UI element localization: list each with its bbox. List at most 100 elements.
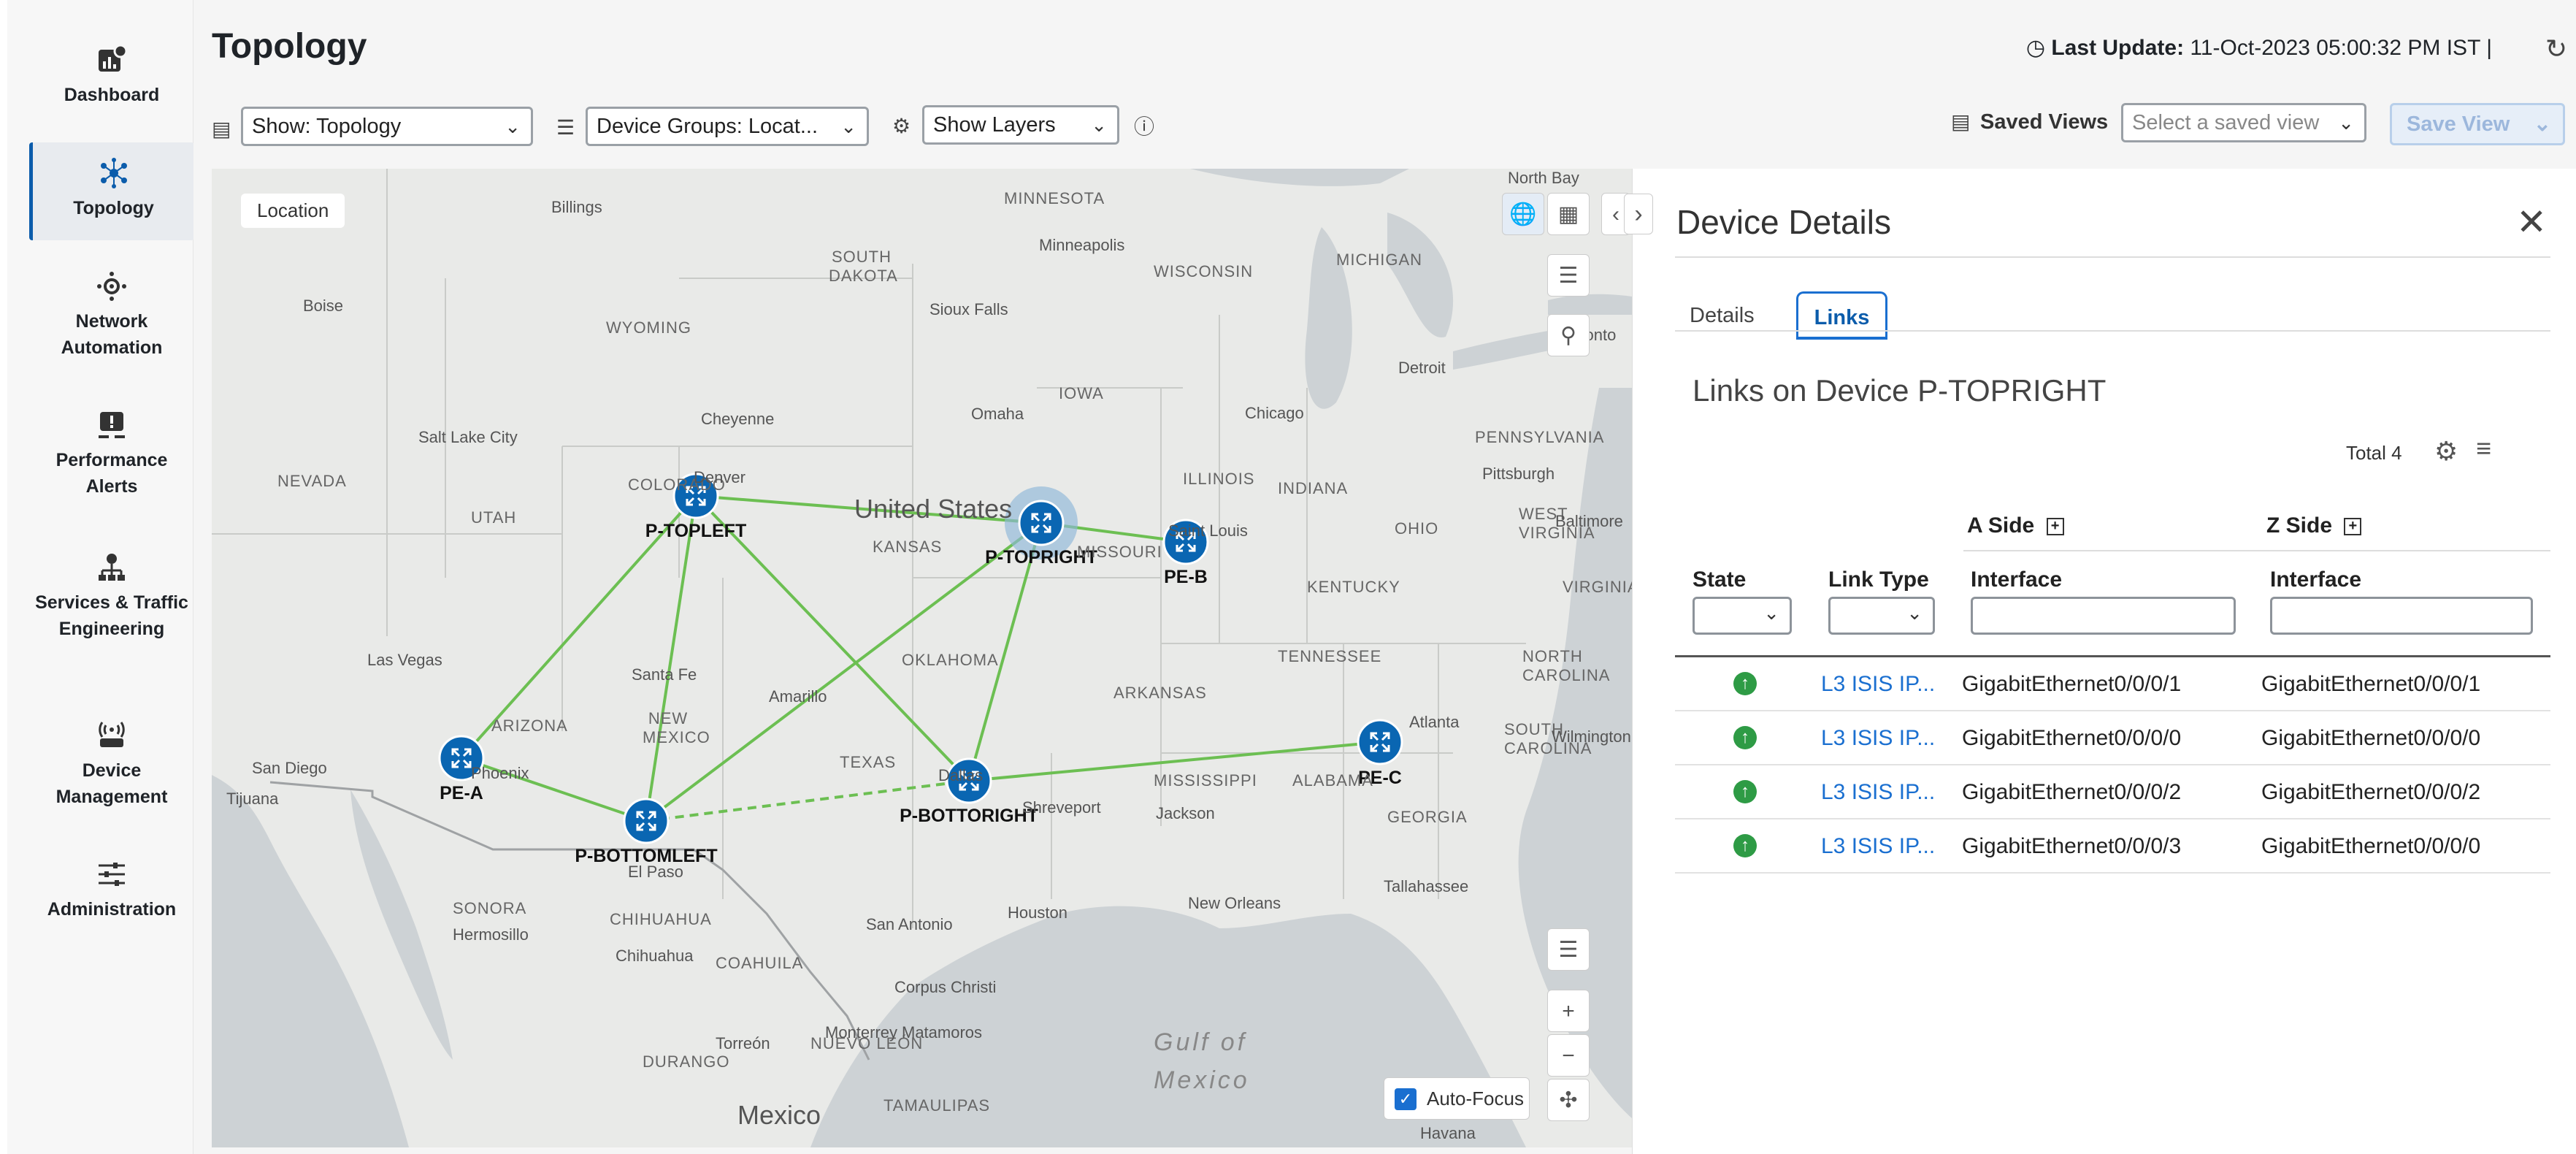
state-label: MINNESOTA: [1004, 189, 1105, 207]
z-interface-cell: GigabitEthernet0/0/0/0: [2261, 834, 2481, 858]
city-label: Atlanta: [1409, 713, 1460, 731]
table-row[interactable]: ↑ L3 ISIS IP... GigabitEthernet0/0/0/1 G…: [1675, 657, 2550, 711]
chevron-right-icon[interactable]: ›: [1624, 194, 1653, 234]
show-layers-dropdown[interactable]: Show Layers ⌄: [922, 105, 1119, 145]
column-header-link-type: Link Type: [1828, 568, 1929, 592]
nav-item-topology[interactable]: Topology: [29, 142, 194, 240]
gear-icon[interactable]: ⚙: [2434, 436, 2458, 467]
link-type-filter[interactable]: ⌄: [1828, 597, 1935, 635]
chevron-down-icon: ⌄: [1091, 114, 1107, 136]
list-view-icon[interactable]: ☰: [1547, 928, 1590, 971]
saved-views-icon: ▤: [1951, 110, 1971, 133]
city-label: Salt Lake City: [418, 428, 518, 446]
nav-label: Services & Traffic Engineering: [35, 592, 188, 639]
nav-item-device-management[interactable]: Device Management: [29, 719, 194, 810]
info-icon[interactable]: ⓘ: [1134, 111, 1154, 140]
gulf-label: Gulf of Mexico: [1154, 1028, 1250, 1094]
table-row[interactable]: ↑ L3 ISIS IP... GigabitEthernet0/0/0/2 G…: [1675, 765, 2550, 819]
filter-icon[interactable]: ≡: [2476, 433, 2491, 464]
globe-icon[interactable]: 🌐: [1502, 193, 1544, 235]
state-label: KENTUCKY: [1307, 578, 1400, 596]
state-label: PENNSYLVANIA: [1475, 428, 1605, 446]
device-groups-dropdown[interactable]: Device Groups: Locat... ⌄: [586, 107, 869, 146]
z-interface-filter[interactable]: [2270, 597, 2533, 635]
city-label: Pittsburgh: [1482, 465, 1555, 483]
topology-map[interactable]: P-TOPLEFT P-TOPRIGHT PE-B PE-A P-BOTTOML…: [212, 169, 1632, 1147]
state-label: OKLAHOMA: [902, 651, 999, 669]
link-type-link[interactable]: L3 ISIS IP...: [1821, 780, 1935, 805]
link-type-link[interactable]: L3 ISIS IP...: [1821, 726, 1935, 751]
city-label: Wilmington: [1552, 727, 1631, 746]
state-label: SOUTH DAKOTA: [829, 248, 898, 285]
city-label: North Bay: [1508, 169, 1579, 187]
refresh-icon[interactable]: ↻: [2545, 34, 2567, 64]
links-heading: Links on Device P-TOPRIGHT: [1693, 373, 2107, 408]
nav-item-services-traffic-engineering[interactable]: Services & Traffic Engineering: [29, 551, 194, 642]
device-groups-value: Device Groups: Locat...: [597, 115, 819, 138]
hierarchy-icon[interactable]: ▦: [1547, 193, 1590, 235]
search-icon[interactable]: ⚲: [1547, 314, 1590, 356]
save-view-button[interactable]: Save View ⌄: [2390, 103, 2565, 145]
expand-icon[interactable]: +: [2344, 518, 2362, 536]
node-label-p-topleft[interactable]: P-TOPLEFT: [645, 521, 746, 542]
z-side-header: Z Side +: [2266, 513, 2362, 538]
show-dropdown[interactable]: Show: Topology ⌄: [241, 107, 533, 146]
list-icon: ☰: [556, 116, 575, 139]
city-label: Omaha: [971, 405, 1024, 423]
show-icon: ▤: [212, 118, 231, 140]
close-icon[interactable]: ✕: [2516, 201, 2547, 243]
recenter-icon[interactable]: ✣: [1547, 1079, 1590, 1121]
zoom-in-icon[interactable]: +: [1547, 990, 1590, 1032]
checkbox-checked-icon: ✓: [1395, 1088, 1417, 1110]
services-icon: [99, 554, 125, 581]
divider: [1675, 256, 2550, 258]
chevron-down-icon: ⌄: [2338, 112, 2354, 134]
z-side-label: Z Side: [2266, 513, 2333, 538]
city-label: Corpus Christi: [894, 978, 997, 996]
expand-icon[interactable]: +: [2046, 518, 2064, 536]
state-label: TEXAS: [840, 753, 897, 771]
nav-item-administration[interactable]: Administration: [29, 858, 194, 922]
a-interface-cell: GigabitEthernet0/0/0/1: [1962, 672, 2182, 696]
auto-focus-checkbox[interactable]: ✓ Auto-Focus: [1384, 1077, 1530, 1120]
state-up-icon: ↑: [1733, 672, 1757, 695]
link-type-link[interactable]: L3 ISIS IP...: [1821, 672, 1935, 697]
city-label: Sioux Falls: [929, 300, 1008, 318]
node-label-p-bottoright[interactable]: P-BOTTORIGHT: [900, 806, 1038, 827]
column-header-state: State: [1693, 568, 1747, 592]
state-label: INDIANA: [1278, 479, 1349, 497]
layers-icon[interactable]: ☰: [1547, 254, 1590, 297]
city-label: Chihuahua: [616, 947, 694, 965]
auto-focus-label: Auto-Focus: [1427, 1088, 1524, 1109]
chevron-down-icon: ⌄: [505, 115, 521, 137]
table-row[interactable]: ↑ L3 ISIS IP... GigabitEthernet0/0/0/0 G…: [1675, 711, 2550, 765]
a-interface-filter[interactable]: [1971, 597, 2236, 635]
state-label: UTAH: [471, 508, 517, 527]
nav-item-network-automation[interactable]: Network Automation: [29, 270, 194, 361]
nav-item-performance-alerts[interactable]: Performance Alerts: [29, 409, 194, 500]
left-nav: Dashboard Topology Network Automation Pe…: [7, 0, 194, 1154]
tab-links[interactable]: Links: [1796, 291, 1887, 340]
state-label: KANSAS: [873, 538, 943, 556]
state-label: IOWA: [1059, 384, 1104, 402]
column-header-a-interface: Interface: [1971, 568, 2063, 592]
tab-details[interactable]: Details: [1690, 291, 1770, 340]
node-label-pe-a[interactable]: PE-A: [440, 783, 483, 804]
state-label: CHIHUAHUA: [610, 910, 712, 928]
city-label: Havana: [1420, 1124, 1476, 1142]
state-up-icon: ↑: [1733, 780, 1757, 803]
link-type-link[interactable]: L3 ISIS IP...: [1821, 834, 1935, 859]
state-filter[interactable]: ⌄: [1693, 597, 1792, 635]
table-row[interactable]: ↑ L3 ISIS IP... GigabitEthernet0/0/0/3 G…: [1675, 819, 2550, 874]
state-label: MISSISSIPPI: [1154, 771, 1257, 790]
saved-view-select[interactable]: Select a saved view ⌄: [2121, 103, 2366, 142]
chevron-down-icon: ⌄: [1763, 602, 1779, 624]
node-label-pe-b[interactable]: PE-B: [1164, 567, 1208, 588]
last-update-value: 11-Oct-2023 05:00:32 PM IST: [2190, 36, 2480, 60]
nav-label: Dashboard: [64, 85, 160, 105]
zoom-out-icon[interactable]: −: [1547, 1034, 1590, 1077]
header-divider: [1963, 550, 2550, 551]
page-title: Topology: [212, 27, 367, 66]
nav-item-dashboard[interactable]: Dashboard: [29, 44, 194, 108]
nav-label: Administration: [47, 899, 177, 920]
